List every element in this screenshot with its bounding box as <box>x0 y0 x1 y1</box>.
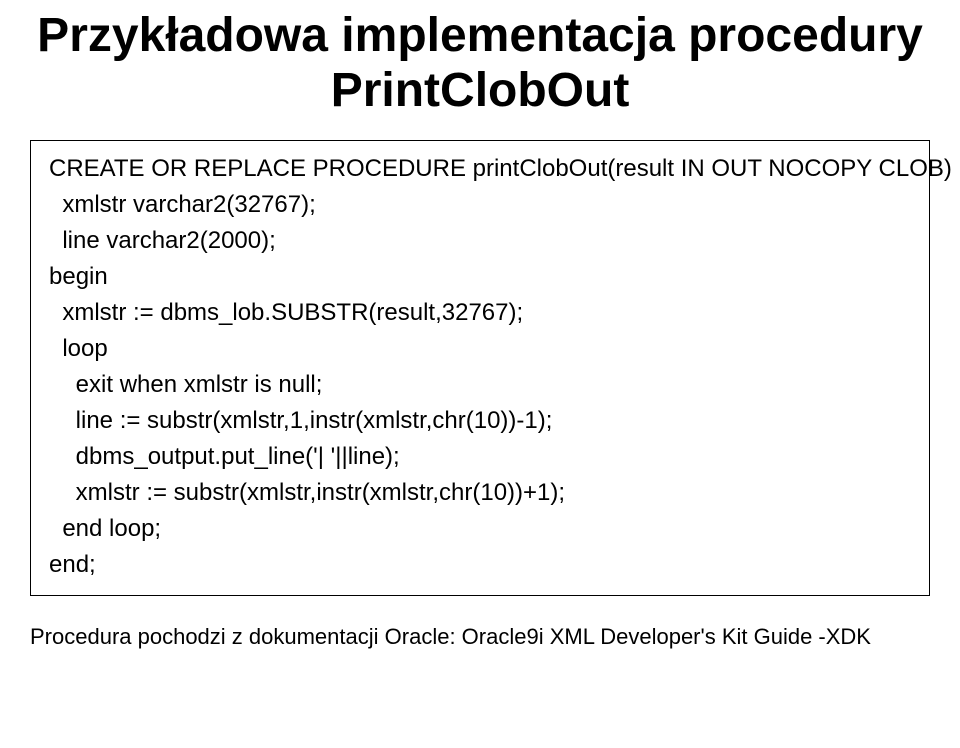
footnote-text: Procedura pochodzi z dokumentacji Oracle… <box>30 624 930 650</box>
slide-title: Przykładowa implementacja procedury Prin… <box>30 8 930 118</box>
slide-page: Przykładowa implementacja procedury Prin… <box>0 8 960 748</box>
code-block: CREATE OR REPLACE PROCEDURE printClobOut… <box>30 140 930 596</box>
